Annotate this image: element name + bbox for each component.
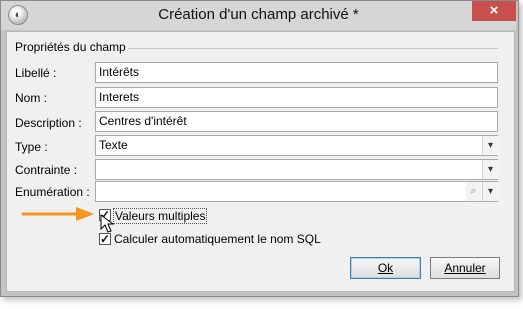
libelle-label: Libellé : <box>15 66 57 80</box>
window-title: Création d'un champ archivé * <box>158 6 359 23</box>
auto-sql-name-checkbox[interactable]: ✓ <box>99 233 111 245</box>
ok-button-label: Ok <box>377 261 394 275</box>
contrainte-select[interactable] <box>95 159 498 180</box>
type-dropdown-chevron-icon[interactable]: ▾ <box>482 136 498 155</box>
type-label: Type : <box>15 140 48 154</box>
nom-field[interactable]: Interets <box>95 87 498 108</box>
cancel-button-label: Annuler <box>444 261 486 275</box>
description-field[interactable]: Centres d'intérêt <box>95 111 498 132</box>
cancel-button[interactable]: Annuler <box>430 257 500 279</box>
nom-label: Nom : <box>15 91 48 105</box>
contrainte-dropdown-chevron-icon[interactable]: ▾ <box>482 160 498 179</box>
libelle-field[interactable]: Intérêts <box>95 62 498 83</box>
enumeration-field[interactable] <box>95 181 498 202</box>
group-title: Propriétés du champ <box>15 40 126 54</box>
mouse-cursor-icon <box>100 214 115 233</box>
enumeration-label: Enumération : <box>15 185 90 199</box>
type-select[interactable]: Texte <box>95 135 498 156</box>
close-button[interactable]: × <box>472 1 516 21</box>
multiple-values-label[interactable]: Valeurs multiples <box>113 208 208 224</box>
type-select-value: Texte <box>99 138 128 152</box>
pointer-arrow-icon <box>22 207 94 221</box>
contrainte-label: Contrainte : <box>15 163 78 177</box>
auto-sql-name-label[interactable]: Calculer automatiquement le nom SQL <box>114 232 321 246</box>
enumeration-dropdown-chevron-icon[interactable]: ▾ <box>482 182 498 201</box>
description-label: Description : <box>15 116 82 130</box>
search-icon[interactable]: ⌕ <box>466 182 481 201</box>
group-divider <box>128 48 498 49</box>
ok-button[interactable]: Ok <box>350 257 421 279</box>
